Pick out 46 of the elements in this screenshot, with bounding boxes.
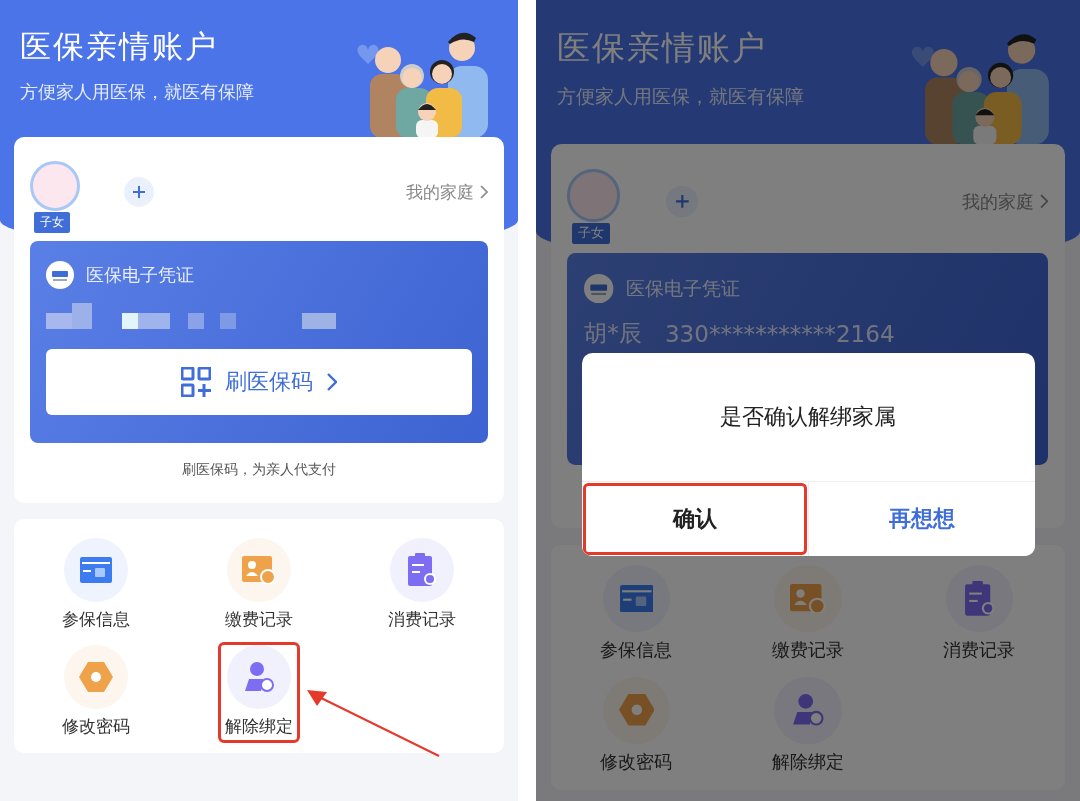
person-link-icon [791,693,825,727]
service-item[interactable]: 缴费记录 [764,561,852,668]
service-item[interactable]: 修改密码 [54,642,137,743]
add-member-button[interactable] [124,177,154,207]
holder-name: 胡*辰 [584,319,642,349]
clipboard-clock-icon [407,553,438,587]
scan-code-button[interactable]: 刷医保码 [46,349,472,415]
add-member-button[interactable] [666,185,698,218]
plus-icon [132,185,146,199]
member-tag: 子女 [571,222,611,244]
service-item[interactable]: 解除绑定 [764,673,852,780]
logo-icon [46,261,74,289]
person-link-icon [243,661,275,693]
chevron-right-icon [327,373,337,391]
card-caption: 刷医保码，为亲人代支付 [181,461,337,479]
dialog-message: 是否确认解绑家属 [719,402,898,431]
service-item[interactable]: 消费记录 [381,535,464,636]
page-subtitle: 方便家人用医保，就医有保障 [557,83,804,109]
service-item[interactable]: 参保信息 [54,535,137,636]
service-item[interactable]: 缴费记录 [218,535,300,636]
page-subtitle: 方便家人用医保，就医有保障 [20,80,254,104]
member-tag: 子女 [34,212,70,233]
card-icon [619,584,654,612]
chevron-right-icon [480,185,488,199]
dialog-button[interactable]: 确认 [582,481,808,557]
chevron-right-icon [1040,194,1049,209]
dialog-button[interactable]: 再想想 [807,481,1035,557]
logo-icon [584,274,614,304]
person-card-icon [790,583,826,614]
service-item[interactable]: 解除绑定 [218,642,300,743]
qr-code-icon [181,367,211,397]
plus-icon [674,194,690,209]
my-family-link[interactable]: 我的家庭 [406,180,488,204]
page-title: 医保亲情账户 [20,27,219,66]
id-number: 330***********2164 [664,320,895,347]
my-family-link[interactable]: 我的家庭 [961,189,1049,214]
card-title: 医保电子凭证 [626,275,741,301]
person-card-icon [242,556,276,584]
avatar[interactable] [30,161,80,211]
hexagon-nut-icon [618,694,655,726]
hexagon-nut-icon [78,662,113,692]
avatar[interactable] [567,169,620,222]
card-title: 医保电子凭证 [86,263,194,287]
clipboard-clock-icon [963,580,996,617]
page-title: 医保亲情账户 [557,28,769,70]
card-icon [79,557,112,583]
